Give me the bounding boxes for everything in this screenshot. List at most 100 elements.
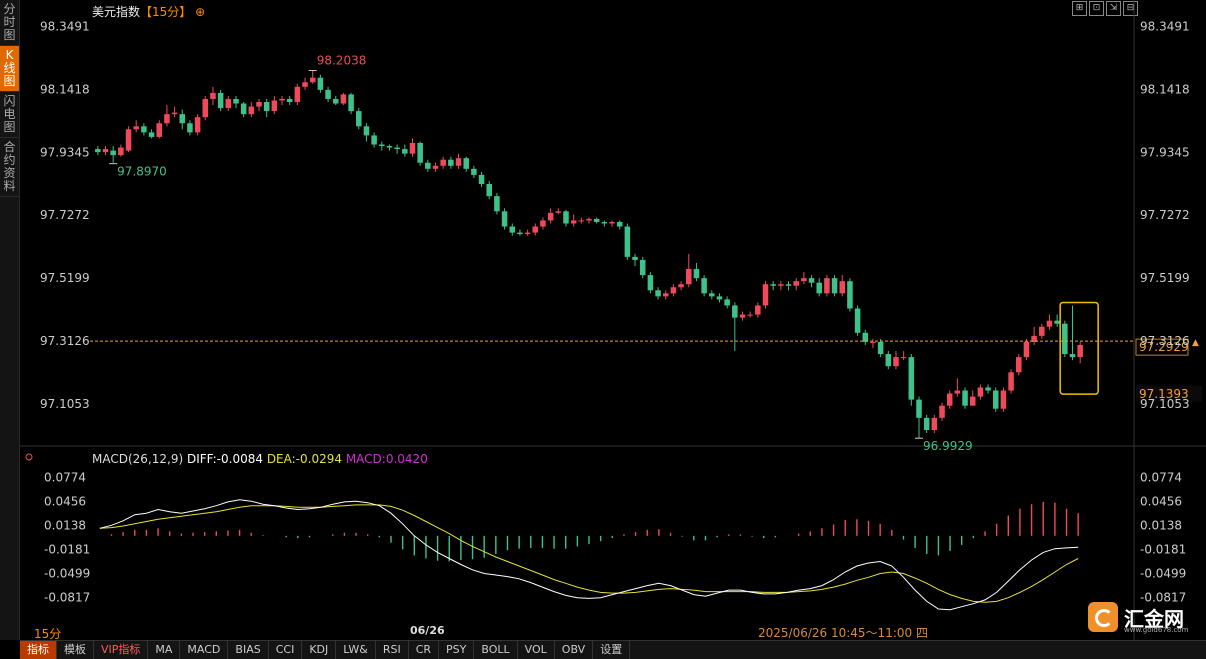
x-axis-date: 06/26: [410, 624, 445, 637]
candle-body: [133, 126, 139, 130]
candle-body: [847, 281, 853, 309]
candle-body: [946, 393, 953, 406]
tab-rsi[interactable]: RSI: [376, 641, 409, 659]
candle-body: [432, 165, 439, 169]
candle-body: [187, 123, 193, 133]
candle-body: [762, 284, 769, 306]
candle-body: [524, 232, 531, 235]
tab-vip-indicator[interactable]: VIP指标: [94, 641, 149, 659]
candle-body: [517, 232, 523, 235]
candle-body: [639, 259, 646, 276]
candle-body: [110, 150, 116, 156]
candle-body: [555, 211, 562, 213]
indicator-settings-icon: [25, 453, 33, 461]
candle-body: [601, 221, 608, 224]
tab-settings[interactable]: 设置: [593, 641, 631, 659]
candle-body: [586, 218, 592, 221]
candle-body: [148, 132, 155, 137]
candle-body: [248, 106, 255, 115]
diff-value: DIFF:-0.0084: [186, 452, 263, 466]
tab-indicator[interactable]: 指标: [20, 641, 57, 659]
tab-ma[interactable]: MA: [148, 641, 181, 659]
candle-body: [908, 357, 915, 400]
candle-body: [171, 112, 178, 115]
tab-cr[interactable]: CR: [409, 641, 440, 659]
candle-body: [939, 405, 945, 418]
candle-body: [877, 341, 884, 355]
candle-body: [785, 284, 792, 286]
candle-body: [755, 305, 761, 315]
macd-left-tick-label: 0.0138: [44, 518, 86, 532]
tab-kdj[interactable]: KDJ: [302, 641, 337, 659]
candle-body: [340, 94, 347, 104]
candle-body: [778, 284, 784, 286]
candle-body: [962, 390, 968, 406]
candle-body: [870, 341, 876, 343]
macd-left-tick-label: 0.0456: [44, 494, 86, 508]
tab-template[interactable]: 模板: [57, 641, 94, 659]
macd-value: MACD:0.0420: [345, 452, 428, 466]
tab-vol[interactable]: VOL: [518, 641, 555, 659]
candle-body: [164, 114, 170, 124]
candle-body: [854, 308, 861, 333]
dea-line: [99, 504, 1079, 603]
candle-body: [678, 284, 684, 288]
candle-body: [931, 417, 938, 430]
tab-obv[interactable]: OBV: [555, 641, 594, 659]
candle-body: [992, 390, 999, 409]
candle-body: [1000, 390, 1007, 409]
candle-body: [1054, 320, 1060, 324]
candle-body: [309, 77, 316, 83]
candle-body: [900, 357, 907, 359]
kline-chart[interactable]: 97.292997.1393▲98.203896.992997.8970 98.…: [0, 0, 1206, 640]
candle-body: [317, 77, 324, 90]
candle-body: [102, 149, 109, 153]
tab-bias[interactable]: BIAS: [228, 641, 269, 659]
candle-body: [686, 269, 692, 285]
candle-body: [747, 314, 753, 316]
candle-body: [1069, 354, 1076, 358]
logo-icon: [1088, 602, 1118, 632]
candle-body: [616, 221, 623, 227]
candle-body: [1046, 320, 1053, 327]
candle-body: [217, 92, 224, 109]
candle-body: [325, 89, 331, 99]
gold678-logo: 汇金网 www.gold678.com: [1088, 602, 1192, 638]
candle-body: [332, 98, 339, 104]
candle-body: [916, 399, 922, 418]
indicator-tab-bar: 指标 模板 VIP指标 MA MACD BIAS CCI KDJ LW& RSI…: [20, 640, 1206, 659]
candle-body: [263, 102, 270, 112]
tab-lw[interactable]: LW&: [336, 641, 376, 659]
candle-body: [509, 226, 516, 233]
candle-body: [839, 281, 846, 294]
left-low-annotation: 97.8970: [117, 165, 167, 179]
tab-psy[interactable]: PSY: [439, 641, 475, 659]
macd-right-tick-label: 0.0138: [1140, 518, 1182, 532]
candle-body: [647, 275, 654, 291]
tab-macd[interactable]: MACD: [180, 641, 229, 659]
candle-body: [394, 147, 400, 150]
candle-body: [279, 98, 285, 101]
candle-body: [440, 159, 446, 166]
macd-left-tick-label: -0.0499: [44, 566, 90, 580]
left-y-tick-label: 97.3126: [40, 334, 90, 348]
candle-body: [670, 287, 677, 294]
candle-body: [478, 174, 485, 184]
candle-body: [1016, 357, 1022, 373]
high-annotation: 98.2038: [317, 53, 367, 67]
candle-body: [455, 158, 462, 166]
macd-title: MACD(26,12,9): [92, 452, 184, 466]
macd-right-tick-label: -0.0181: [1140, 542, 1186, 556]
candle-body: [302, 82, 308, 87]
candle-body: [233, 98, 239, 104]
candle-body: [709, 293, 715, 297]
candle-body: [732, 305, 738, 318]
tab-boll[interactable]: BOLL: [474, 641, 518, 659]
candle-body: [563, 211, 569, 224]
candle-body: [831, 278, 838, 294]
left-y-tick-label: 98.1418: [40, 82, 90, 96]
candle-body: [225, 98, 232, 109]
tab-cci[interactable]: CCI: [269, 641, 303, 659]
logo-url: www.gold678.com: [1124, 626, 1189, 634]
candle-body: [210, 92, 216, 99]
